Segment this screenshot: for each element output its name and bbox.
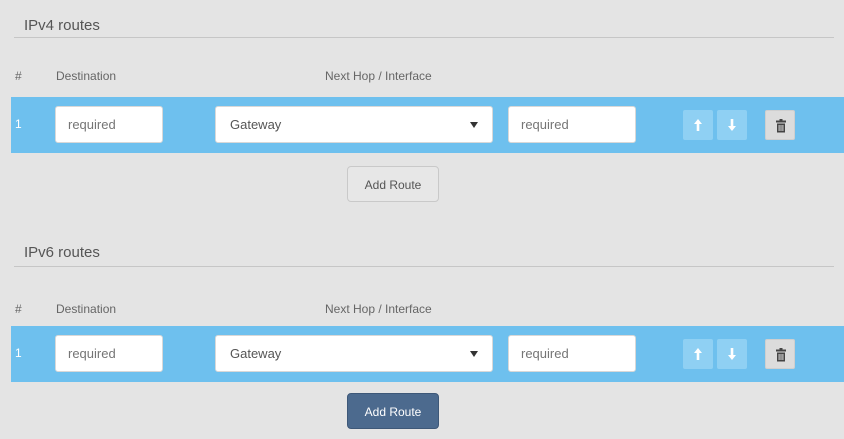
ipv4-title-divider <box>14 37 834 38</box>
chevron-down-icon <box>470 351 478 357</box>
ipv4-destination-input[interactable] <box>55 106 163 143</box>
ipv4-section-title: IPv4 routes <box>24 17 100 34</box>
ipv6-title-divider <box>14 266 834 267</box>
ipv6-add-route-button[interactable]: Add Route <box>347 393 439 429</box>
ipv4-routes-section: IPv4 routes # Destination Next Hop / Int… <box>0 0 844 215</box>
arrow-up-icon <box>694 348 702 360</box>
ipv6-next-hop-input[interactable] <box>508 335 636 372</box>
ipv4-next-hop-type-value: Gateway <box>230 117 282 132</box>
ipv4-next-hop-type-select[interactable]: Gateway <box>215 106 493 143</box>
arrow-up-icon <box>694 119 702 131</box>
ipv4-col-header-num: # <box>15 69 22 83</box>
trash-icon <box>776 348 786 362</box>
ipv6-col-header-next-hop: Next Hop / Interface <box>325 302 432 316</box>
ipv4-delete-route-button[interactable] <box>765 110 795 140</box>
ipv4-row-number: 1 <box>15 117 22 131</box>
ipv4-move-up-button[interactable] <box>683 110 713 140</box>
arrow-down-icon <box>728 119 736 131</box>
ipv6-move-up-button[interactable] <box>683 339 713 369</box>
ipv6-col-header-destination: Destination <box>56 302 117 316</box>
ipv4-col-header-destination: Destination <box>56 69 117 83</box>
ipv6-routes-section: IPv6 routes # Destination Next Hop / Int… <box>0 232 844 439</box>
ipv6-delete-route-button[interactable] <box>765 339 795 369</box>
ipv6-next-hop-type-select[interactable]: Gateway <box>215 335 493 372</box>
ipv4-route-row: 1 Gateway <box>11 97 844 153</box>
ipv6-next-hop-type-value: Gateway <box>230 346 282 361</box>
ipv6-row-number: 1 <box>15 346 22 360</box>
ipv6-destination-input[interactable] <box>55 335 163 372</box>
ipv4-next-hop-input[interactable] <box>508 106 636 143</box>
ipv6-route-row: 1 Gateway <box>11 326 844 382</box>
trash-icon <box>776 119 786 133</box>
chevron-down-icon <box>470 122 478 128</box>
ipv6-section-title: IPv6 routes <box>24 244 100 261</box>
ipv6-move-down-button[interactable] <box>717 339 747 369</box>
ipv4-col-header-next-hop: Next Hop / Interface <box>325 69 432 83</box>
arrow-down-icon <box>728 348 736 360</box>
ipv4-add-route-button[interactable]: Add Route <box>347 166 439 202</box>
ipv4-move-down-button[interactable] <box>717 110 747 140</box>
ipv6-col-header-num: # <box>15 302 22 316</box>
